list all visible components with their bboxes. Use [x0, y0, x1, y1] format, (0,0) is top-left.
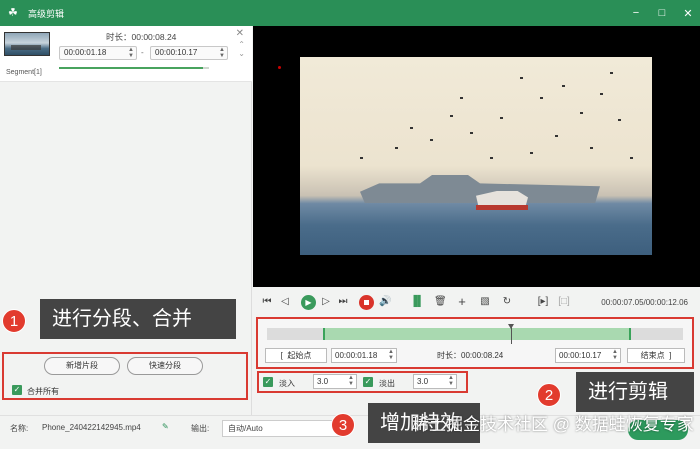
window-title: 高级剪辑	[28, 8, 65, 19]
merge-all-checkbox[interactable]: ✓	[12, 385, 22, 395]
set-markers-icon[interactable]: [▸]	[537, 296, 549, 308]
segment-close-icon[interactable]: ✕	[236, 28, 244, 39]
watermark: 稀土掘金技术社区 @ 数据蛙恢复专家	[412, 415, 694, 434]
split-icon[interactable]: ▐▌	[410, 296, 424, 308]
segment-time-separator: -	[141, 48, 144, 57]
segment-card[interactable]: 时长：00:00:08.24 ✕ ⌃ ⌄ 00:00:01.18 ▲ ▼ - 00:…	[0, 26, 252, 82]
reset-icon[interactable]: ↻	[501, 296, 513, 308]
record-indicator	[278, 66, 281, 69]
copy-icon[interactable]: ▧	[479, 296, 491, 308]
quick-split-button[interactable]: 快速分段	[127, 357, 203, 375]
spinner-icon[interactable]: ▲ ▼	[128, 47, 134, 59]
skip-to-start-icon[interactable]: ⏮	[261, 296, 273, 308]
callout-3-badge: 3	[331, 413, 355, 437]
timeline-highlight	[256, 317, 694, 369]
volume-icon[interactable]: 🔊	[379, 296, 391, 308]
segment-start-time-field[interactable]: 00:00:01.18 ▲ ▼	[59, 46, 137, 60]
delete-icon[interactable]: 🗑	[434, 296, 447, 308]
maximize-icon[interactable]: □	[656, 7, 668, 19]
close-icon[interactable]: ✕	[682, 7, 694, 20]
segment-label: Segment[1]	[6, 69, 42, 76]
minimize-icon[interactable]: −	[630, 7, 642, 19]
segment-thumbnail	[4, 32, 50, 56]
title-bar: ☘ 高级剪辑 − □ ✕	[0, 0, 700, 26]
previous-frame-icon[interactable]: ◁	[279, 296, 291, 308]
callout-2-text: 进行剪辑	[576, 372, 694, 412]
frog-logo-icon: ☘	[8, 7, 18, 19]
segment-end-time-value: 00:00:10.17	[155, 48, 198, 57]
merge-all-label: 合并所有	[27, 387, 59, 396]
edit-name-icon[interactable]: ✎	[162, 422, 169, 431]
next-frame-icon[interactable]: ▷	[320, 296, 332, 308]
clear-markers-icon[interactable]: [□]	[558, 296, 570, 308]
spinner-icon[interactable]: ▲ ▼	[219, 47, 225, 59]
time-readout: 00:00:07.05/00:00:12.06	[601, 298, 688, 307]
effects-highlight	[257, 371, 468, 393]
segment-end-time-field[interactable]: 00:00:10.17 ▲ ▼	[150, 46, 228, 60]
segment-progress-fill	[59, 67, 203, 69]
video-preview	[253, 26, 700, 287]
stop-button[interactable]	[359, 295, 374, 310]
new-segment-button[interactable]: 新增片段	[44, 357, 120, 375]
playback-controls: ⏮ ◁ ▶ ▷ ⏭ 🔊 ▐▌ 🗑 + ▧ ↻ [▸] [□] 00:00:07.…	[253, 287, 700, 317]
play-button[interactable]: ▶	[301, 295, 316, 310]
output-label: 输出:	[191, 424, 210, 433]
name-label: 名称:	[10, 424, 29, 433]
callout-1-badge: 1	[2, 309, 26, 333]
video-frame	[300, 57, 652, 255]
segment-progress-bar	[59, 67, 209, 69]
segment-duration: 时长：00:00:08.24	[106, 32, 177, 42]
add-icon[interactable]: +	[456, 295, 468, 308]
callout-2-badge: 2	[537, 383, 561, 407]
skip-to-end-icon[interactable]: ⏭	[337, 296, 349, 308]
file-name: Phone_240422142945.mp4	[42, 423, 141, 432]
window-controls: − □ ✕	[630, 0, 694, 26]
segment-start-time-value: 00:00:01.18	[64, 48, 107, 57]
callout-1-text: 进行分段、合并	[40, 299, 236, 339]
output-select[interactable]: 自动/Auto	[222, 420, 342, 437]
segment-reorder-icon[interactable]: ⌃ ⌄	[238, 40, 245, 58]
